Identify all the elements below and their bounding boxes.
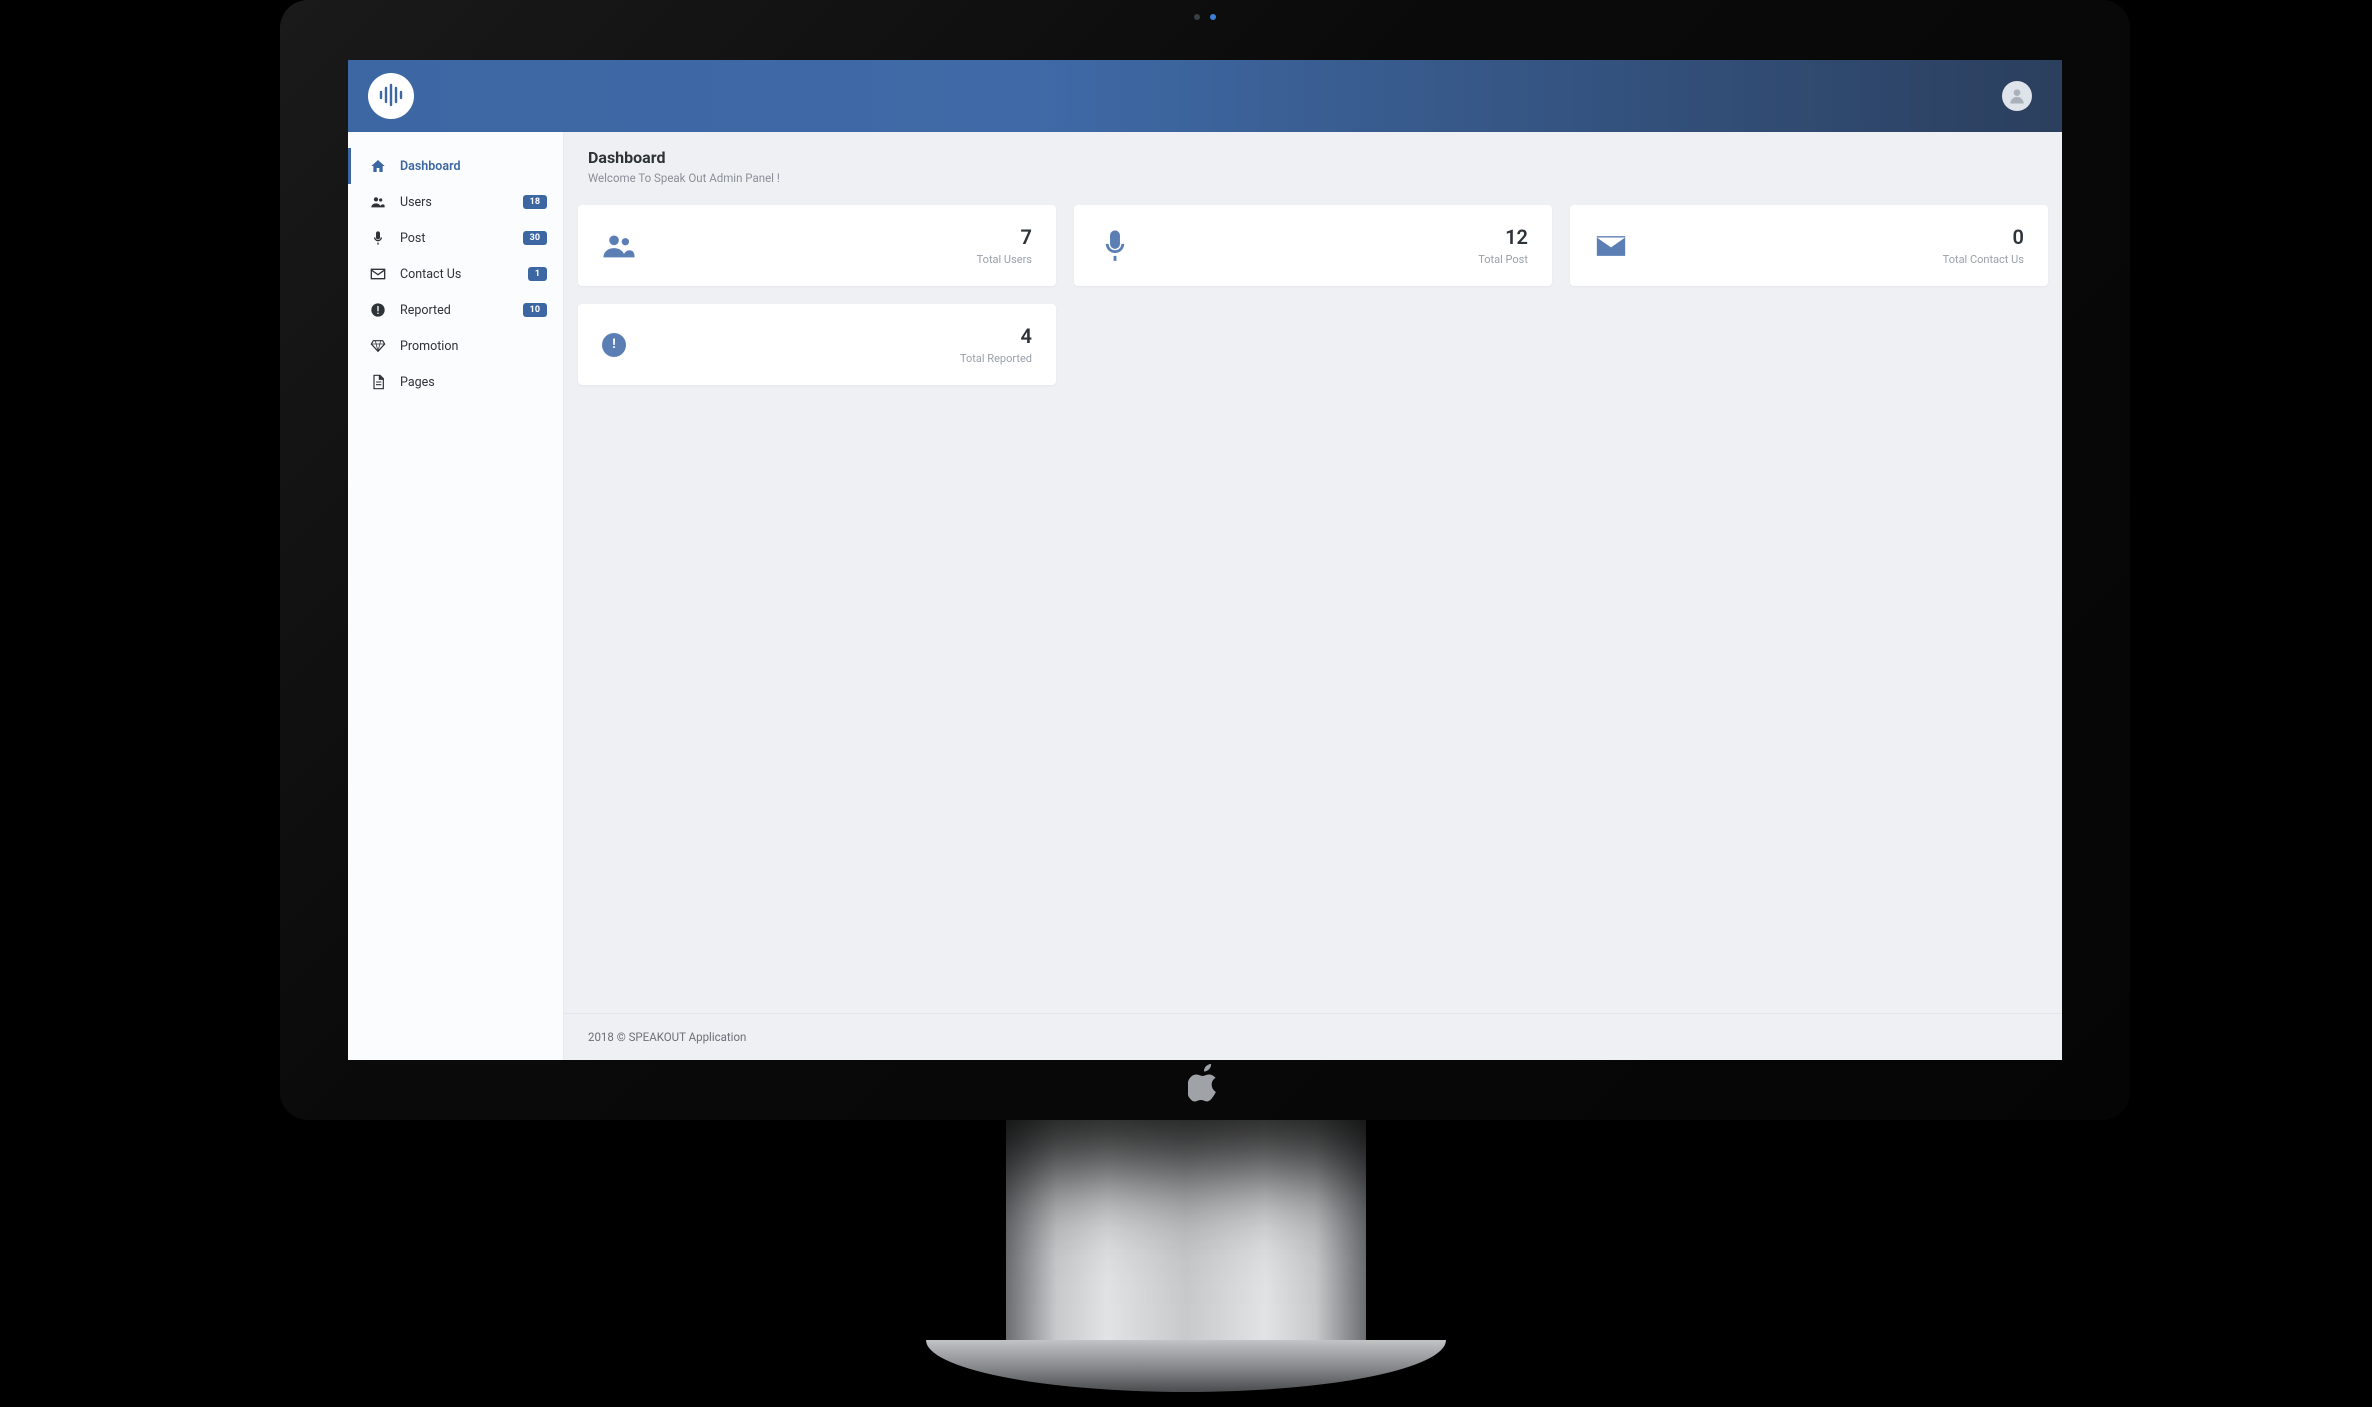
microphone-icon [1098,229,1132,263]
sidebar-item-label: Dashboard [400,159,547,174]
stat-label: Total Reported [960,352,1032,365]
content-area: Dashboard Welcome To Speak Out Admin Pan… [564,132,2062,1060]
sidebar-item-label: Pages [400,375,547,390]
sidebar-item-contactus[interactable]: Contact Us 1 [348,256,563,292]
stat-card-reported[interactable]: ! 4 Total Reported [578,304,1056,385]
app-header [348,60,2062,132]
stat-value: 7 [977,225,1032,249]
stat-label: Total Post [1478,253,1528,266]
stat-label: Total Users [977,253,1032,266]
file-icon [370,374,386,390]
alert-icon [370,302,386,318]
users-icon [370,194,386,210]
sidebar-item-label: Reported [400,303,523,318]
apple-logo-icon [1188,1064,1222,1102]
stat-card-users[interactable]: 7 Total Users [578,205,1056,286]
sidebar-item-label: Post [400,231,523,246]
alert-circle-icon: ! [602,333,626,357]
sidebar-item-label: Contact Us [400,267,528,282]
mail-icon [370,266,386,282]
footer: 2018 © SPEAKOUT Application [564,1013,2062,1060]
home-icon [370,158,386,174]
sidebar-badge: 10 [523,303,547,317]
microphone-icon [370,230,386,246]
app-body: Dashboard Users 18 Post 30 Contact Us 1 [348,132,2062,1060]
footer-text: 2018 © SPEAKOUT Application [588,1030,746,1044]
stat-value: 12 [1478,225,1528,249]
stat-label: Total Contact Us [1943,253,2024,266]
page-header: Dashboard Welcome To Speak Out Admin Pan… [564,132,2062,197]
sidebar-item-label: Promotion [400,339,547,354]
page-title: Dashboard [588,148,2038,167]
monitor-stand-neck [1006,1120,1366,1350]
stat-value: 4 [960,324,1032,348]
mail-icon [1594,229,1628,263]
stat-value: 0 [1943,225,2024,249]
sidebar-badge: 30 [523,231,547,245]
users-icon [602,229,636,263]
screen: Dashboard Users 18 Post 30 Contact Us 1 [348,60,2062,1060]
sidebar-item-reported[interactable]: Reported 10 [348,292,563,328]
sidebar-item-pages[interactable]: Pages [348,364,563,400]
sidebar-item-dashboard[interactable]: Dashboard [348,148,563,184]
sidebar-item-users[interactable]: Users 18 [348,184,563,220]
user-avatar[interactable] [2002,81,2032,111]
monitor-frame: Dashboard Users 18 Post 30 Contact Us 1 [280,0,2130,1120]
sidebar: Dashboard Users 18 Post 30 Contact Us 1 [348,132,564,1060]
monitor-camera [1194,14,1216,20]
gem-icon [370,338,386,354]
sidebar-badge: 18 [523,195,547,209]
sidebar-badge: 1 [528,267,547,281]
stat-card-post[interactable]: 12 Total Post [1074,205,1552,286]
monitor-stand-base [926,1340,1446,1392]
app-logo-icon[interactable] [368,73,414,119]
page-subtitle: Welcome To Speak Out Admin Panel ! [588,171,2038,185]
stat-cards: 7 Total Users 12 Total Post [564,197,2062,393]
sidebar-item-label: Users [400,195,523,210]
sidebar-item-promotion[interactable]: Promotion [348,328,563,364]
sidebar-item-post[interactable]: Post 30 [348,220,563,256]
stat-card-contactus[interactable]: 0 Total Contact Us [1570,205,2048,286]
